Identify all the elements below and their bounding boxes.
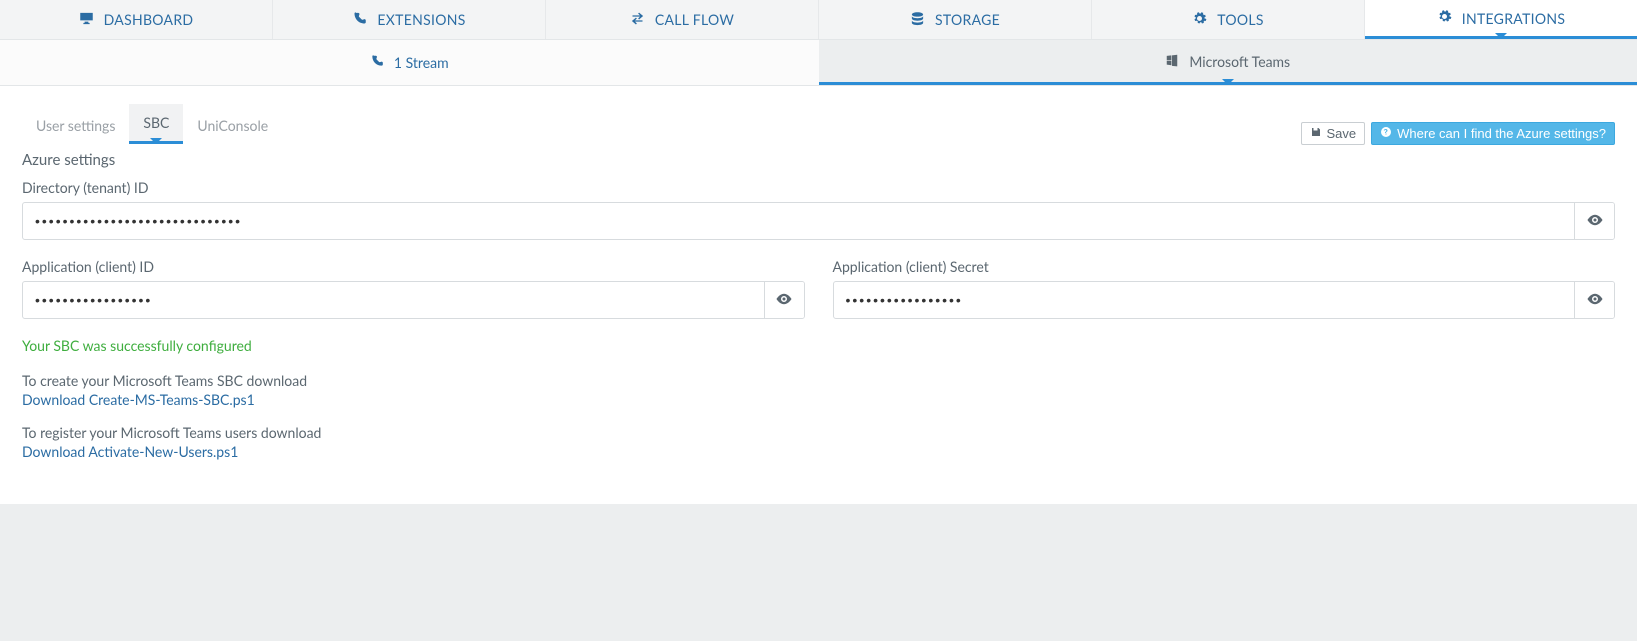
nav-label: DASHBOARD <box>104 11 194 28</box>
tenant-id-input[interactable] <box>23 203 1574 239</box>
phone-icon <box>352 11 367 29</box>
reveal-client-id-button[interactable] <box>764 282 804 318</box>
gears-icon <box>1192 11 1207 29</box>
save-label: Save <box>1327 126 1357 141</box>
sbc-download-link[interactable]: Download Create-MS-Teams-SBC.ps1 <box>22 391 255 408</box>
tab-sbc[interactable]: SBC <box>129 104 183 144</box>
subnav-1stream[interactable]: 1 Stream <box>0 40 819 85</box>
reveal-client-secret-button[interactable] <box>1574 282 1614 318</box>
content-panel: User settings SBC UniConsole Save Where … <box>0 86 1637 504</box>
sbc-download-text: To create your Microsoft Teams SBC downl… <box>22 372 1615 389</box>
success-message: Your SBC was successfully configured <box>22 337 1615 354</box>
reveal-tenant-button[interactable] <box>1574 203 1614 239</box>
help-icon <box>1380 126 1392 141</box>
nav-dashboard[interactable]: DASHBOARD <box>0 0 273 39</box>
client-id-label: Application (client) ID <box>22 258 805 275</box>
client-id-input[interactable] <box>23 282 764 318</box>
tab-user-settings[interactable]: User settings <box>22 107 129 144</box>
azure-help-button[interactable]: Where can I find the Azure settings? <box>1371 122 1615 145</box>
nav-storage[interactable]: STORAGE <box>819 0 1092 39</box>
gears-icon <box>1437 9 1452 27</box>
subnav-label: 1 Stream <box>394 54 449 71</box>
help-label: Where can I find the Azure settings? <box>1397 126 1606 141</box>
nav-tools[interactable]: TOOLS <box>1092 0 1365 39</box>
save-icon <box>1310 126 1322 141</box>
subnav-ms-teams[interactable]: Microsoft Teams <box>819 40 1637 85</box>
eye-icon <box>1586 211 1604 232</box>
nav-label: TOOLS <box>1217 11 1264 28</box>
top-nav: DASHBOARD EXTENSIONS CALL FLOW STORAGE T… <box>0 0 1637 40</box>
monitor-icon <box>79 11 94 29</box>
section-title: Azure settings <box>22 151 1615 169</box>
client-secret-label: Application (client) Secret <box>833 258 1616 275</box>
eye-icon <box>775 290 793 311</box>
nav-extensions[interactable]: EXTENSIONS <box>273 0 546 39</box>
exchange-icon <box>630 11 645 29</box>
nav-label: EXTENSIONS <box>377 11 465 28</box>
tab-uniconsole[interactable]: UniConsole <box>183 107 282 144</box>
tenant-id-label: Directory (tenant) ID <box>22 179 1615 196</box>
sub-nav: 1 Stream Microsoft Teams <box>0 40 1637 86</box>
nav-label: CALL FLOW <box>655 11 734 28</box>
eye-icon <box>1586 290 1604 311</box>
users-download-link[interactable]: Download Activate-New-Users.ps1 <box>22 443 238 460</box>
nav-integrations[interactable]: INTEGRATIONS <box>1365 0 1637 39</box>
save-button[interactable]: Save <box>1301 122 1366 145</box>
windows-icon <box>1165 53 1179 70</box>
database-icon <box>910 11 925 29</box>
phone-icon <box>370 54 384 71</box>
nav-call-flow[interactable]: CALL FLOW <box>546 0 819 39</box>
users-download-text: To register your Microsoft Teams users d… <box>22 424 1615 441</box>
subnav-label: Microsoft Teams <box>1189 53 1290 70</box>
nav-label: STORAGE <box>935 11 1000 28</box>
nav-label: INTEGRATIONS <box>1462 10 1566 27</box>
client-secret-input[interactable] <box>834 282 1575 318</box>
